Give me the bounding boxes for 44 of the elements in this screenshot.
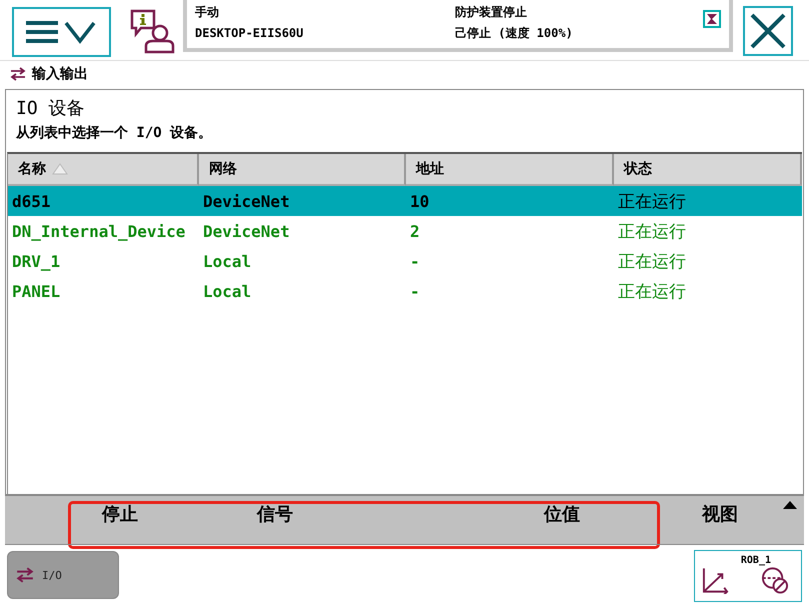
- device-row[interactable]: DRV_1 Local - 正在运行: [8, 246, 802, 276]
- table-cell-text: 正在运行: [617, 280, 687, 302]
- table-cell-text: 正在运行: [617, 250, 687, 272]
- table-cell-text: 正在运行: [617, 190, 687, 212]
- table-cell-text: DRV_1: [11, 252, 62, 270]
- instruction-text: 从列表中选择一个 I/O 设备。: [14, 124, 214, 143]
- taskbar-button[interactable]: I/O: [7, 551, 119, 599]
- command-button[interactable]: 视图: [655, 496, 785, 544]
- device-row[interactable]: DN_Internal_Device DeviceNet 2 正在运行: [8, 216, 802, 246]
- no-increment-icon: [760, 566, 789, 594]
- transfer-arrows-icon: [10, 67, 26, 81]
- main-menu-button[interactable]: [12, 7, 111, 57]
- table-cell-text: DeviceNet: [202, 222, 291, 240]
- table-cell-text: Local: [202, 252, 252, 270]
- table-cell-text: DN_Internal_Device: [11, 222, 186, 240]
- table-cell-text: Local: [202, 282, 252, 300]
- table-cell-text: -: [409, 252, 421, 270]
- table-cell-text: d651: [11, 192, 52, 210]
- command-button[interactable]: 停止: [65, 496, 175, 544]
- command-button[interactable]: 位值: [487, 496, 637, 544]
- system-name: DESKTOP-EIIS60U: [195, 27, 304, 40]
- command-button[interactable]: 信号: [175, 496, 375, 544]
- transfer-arrows-icon: [16, 567, 34, 583]
- event-log-icon[interactable]: [129, 8, 175, 54]
- table-cell-text: 正在运行: [617, 220, 687, 242]
- panel-title: IO 设备: [15, 97, 86, 121]
- device-row[interactable]: d651 DeviceNet 10 正在运行: [8, 186, 802, 216]
- triangle-up-icon: [782, 500, 798, 510]
- controller-state: 防护装置停止: [455, 6, 528, 19]
- close-icon: [748, 11, 788, 51]
- close-button[interactable]: [743, 6, 793, 56]
- status-panel[interactable]: 手动 DESKTOP-EIIS60U 防护装置停止 己停止 (速度 100%): [183, 0, 733, 52]
- axes-icon: [701, 566, 730, 594]
- table-cell-text: 10: [409, 192, 430, 210]
- device-row[interactable]: PANEL Local - 正在运行: [8, 276, 802, 306]
- quickset-button[interactable]: ROB_1: [694, 550, 802, 602]
- breadcrumb-title: 输入输出: [32, 65, 88, 83]
- table-cell-text: DeviceNet: [202, 192, 291, 210]
- execution-state: 己停止 (速度 100%): [455, 27, 574, 40]
- program-icon: [703, 10, 721, 28]
- table-cell-text: -: [409, 282, 421, 300]
- table-cell-text: PANEL: [11, 282, 62, 300]
- operating-mode: 手动: [195, 6, 220, 19]
- table-cell-text: 2: [409, 222, 421, 240]
